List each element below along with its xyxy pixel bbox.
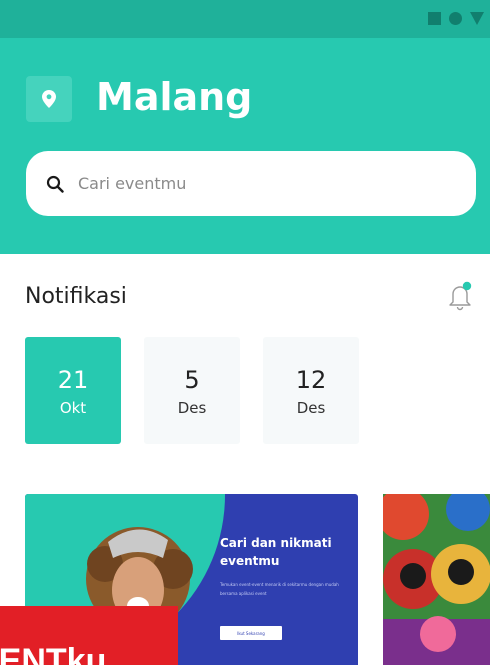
promo-text: VENTku [0,642,107,665]
bell-icon[interactable] [447,280,473,316]
date-day: 21 [57,366,89,394]
status-bar [0,0,490,38]
city-name[interactable]: Malang [96,72,252,122]
location-pin-icon[interactable] [26,76,72,122]
search-icon [46,175,64,193]
date-month: Okt [59,399,87,417]
status-icons [428,12,484,25]
circle-icon [449,12,462,25]
banner-body: Temukan event-event menarik di sekitarmu… [220,582,339,596]
date-card-3[interactable]: 12 Des [263,337,359,444]
search-input[interactable] [78,174,438,193]
header: Malang [0,38,490,254]
search-bar[interactable] [26,151,476,216]
notifications-title: Notifikasi [25,284,127,309]
date-card-2[interactable]: 5 Des [144,337,240,444]
event-artwork-image[interactable] [383,494,490,665]
square-icon [428,12,441,25]
date-day: 5 [184,366,200,394]
triangle-icon [470,12,484,25]
promo-badge: VENTku [0,606,178,665]
banner-cta-button[interactable]: Ikut Sekarang [220,626,282,640]
banner-title: Cari dan nikmati eventmu [220,536,332,568]
date-month: Des [177,399,207,417]
date-month: Des [296,399,326,417]
date-day: 12 [295,366,327,394]
date-card-1[interactable]: 21 Okt [25,337,121,444]
